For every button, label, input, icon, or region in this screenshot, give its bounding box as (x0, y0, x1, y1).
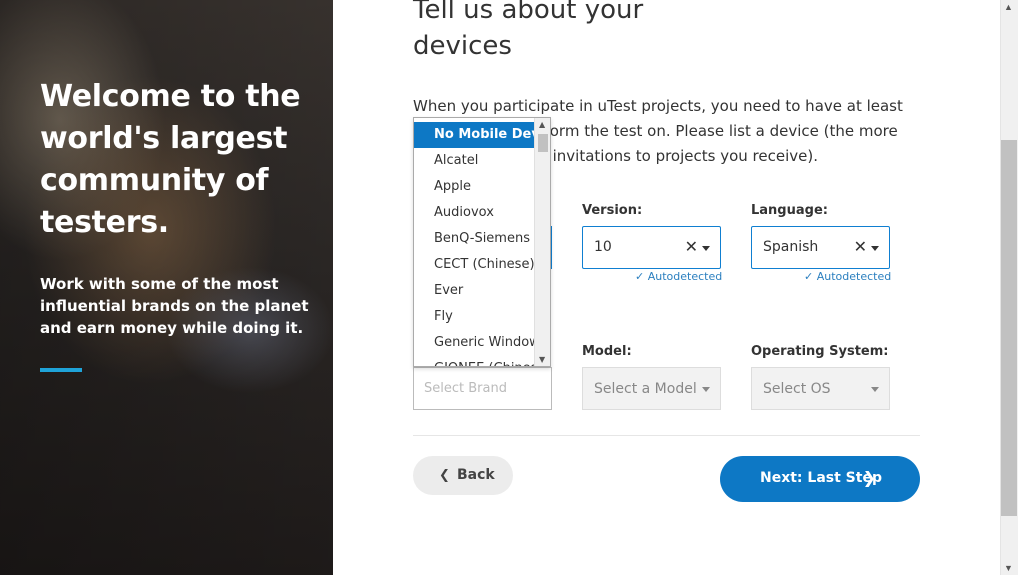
hero-accent-line (40, 368, 82, 372)
scroll-up-icon[interactable]: ▲ (539, 120, 545, 129)
version-autodetected: ✓ Autodetected (635, 270, 723, 283)
dropdown-option[interactable]: Fly (414, 304, 535, 330)
scrollbar-gutter (1018, 0, 1034, 575)
chevron-down-icon[interactable] (871, 246, 879, 251)
brand-select[interactable]: Select Brand (413, 367, 552, 410)
model-placeholder: Select a Model (594, 381, 697, 397)
page-scrollbar[interactable]: ▲ ▼ (1000, 0, 1034, 575)
dropdown-option[interactable]: Ever (414, 278, 535, 304)
language-value: Spanish (763, 239, 819, 255)
language-autodetected: ✓ Autodetected (804, 270, 892, 283)
page-title: Tell us about your devices (413, 0, 644, 61)
dropdown-option[interactable]: Apple (414, 174, 535, 200)
dropdown-option[interactable]: No Mobile Device (414, 122, 535, 148)
dropdown-option[interactable]: CECT (Chinese) (414, 252, 535, 278)
model-select[interactable]: Select a Model (582, 367, 721, 410)
os-label: Operating System: (751, 344, 889, 359)
dropdown-option[interactable]: GIONEE (Chinese) (414, 356, 535, 366)
language-select[interactable]: Spanish ✕ (751, 226, 890, 269)
scroll-down-icon[interactable]: ▼ (539, 355, 545, 364)
hero-title: Welcome to the world's largest community… (40, 79, 301, 240)
dropdown-option[interactable]: Audiovox (414, 200, 535, 226)
back-label: Back (457, 467, 495, 483)
dropdown-scrollbar[interactable]: ▲ ▼ (534, 118, 550, 366)
clear-icon[interactable]: ✕ (685, 237, 698, 256)
scrollbar-thumb[interactable] (1001, 140, 1017, 516)
device-dropdown-list[interactable]: No Mobile DeviceAlcatelAppleAudiovoxBenQ… (413, 117, 551, 367)
divider (413, 435, 920, 436)
language-label: Language: (751, 203, 828, 218)
chevron-down-icon (702, 387, 710, 392)
hero-panel: Welcome to the world's largest community… (0, 0, 333, 575)
chevron-down-icon (871, 387, 879, 392)
dropdown-option[interactable]: Alcatel (414, 148, 535, 174)
scrollbar-thumb[interactable] (538, 134, 548, 152)
version-label: Version: (582, 203, 643, 218)
dropdown-option[interactable]: Generic Windows (414, 330, 535, 356)
chevron-right-icon: ❯ (862, 468, 876, 487)
chevron-down-icon[interactable] (702, 246, 710, 251)
scroll-down-icon[interactable]: ▼ (1004, 563, 1013, 573)
model-label: Model: (582, 344, 632, 359)
back-button[interactable]: ❮ Back (413, 456, 513, 495)
chevron-left-icon: ❮ (439, 468, 450, 483)
version-value: 10 (594, 239, 612, 255)
dropdown-option[interactable]: BenQ-Siemens (414, 226, 535, 252)
os-placeholder: Select OS (763, 381, 831, 397)
scroll-up-icon[interactable]: ▲ (1004, 2, 1013, 12)
clear-icon[interactable]: ✕ (854, 237, 867, 256)
os-select[interactable]: Select OS (751, 367, 890, 410)
version-select[interactable]: 10 ✕ (582, 226, 721, 269)
next-button[interactable]: Next: Last Step ❯ (720, 456, 920, 502)
dropdown-options: No Mobile DeviceAlcatelAppleAudiovoxBenQ… (414, 122, 535, 366)
hero-subtitle: Work with some of the most influential b… (40, 275, 309, 337)
brand-placeholder: Select Brand (424, 381, 507, 396)
